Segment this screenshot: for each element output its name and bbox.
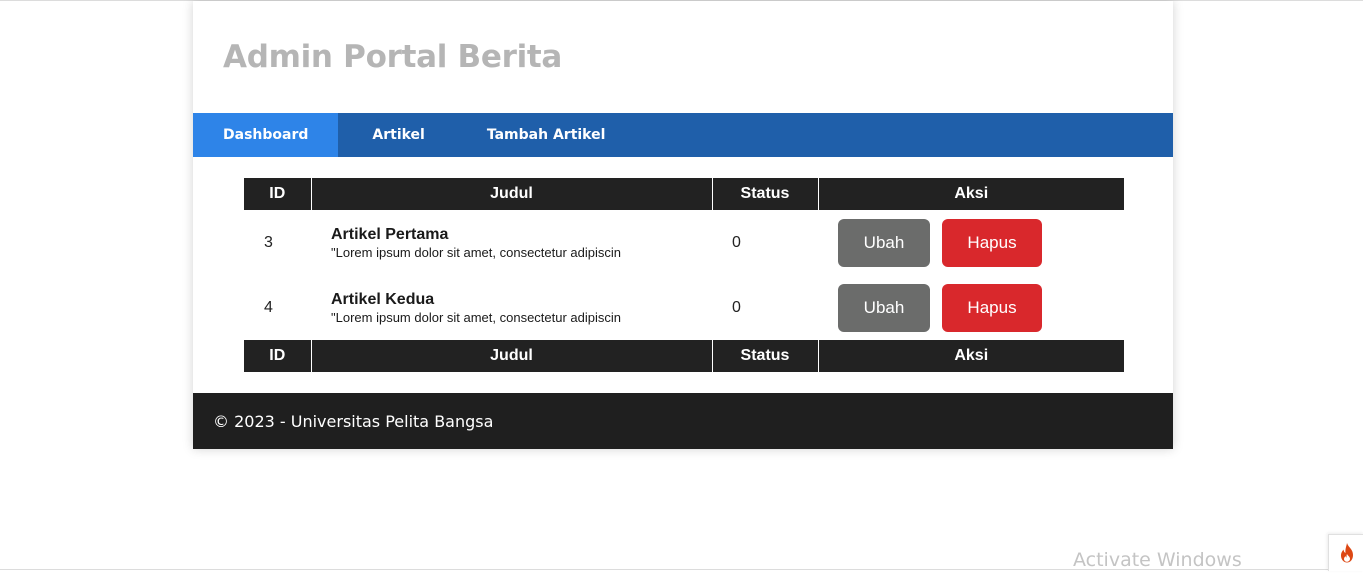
row-id: 3 bbox=[264, 233, 273, 251]
column-footer-status: Status bbox=[711, 340, 818, 372]
column-footer-id: ID bbox=[244, 340, 311, 372]
article-excerpt: "Lorem ipsum dolor sit amet, consectetur… bbox=[331, 309, 622, 325]
nav-item-artikel[interactable]: Artikel bbox=[338, 113, 456, 157]
site-title: Admin Portal Berita bbox=[223, 39, 563, 75]
nav-item-dashboard[interactable]: Dashboard bbox=[193, 113, 339, 157]
column-footer-aksi: Aksi bbox=[817, 340, 1124, 372]
table-row: 3 Artikel Pertama "Lorem ipsum dolor sit… bbox=[244, 210, 1124, 275]
flame-icon bbox=[1340, 543, 1353, 563]
table-row: 4 Artikel Kedua "Lorem ipsum dolor sit a… bbox=[244, 275, 1124, 340]
column-header-judul: Judul bbox=[310, 178, 712, 210]
nav-item-tambah-artikel[interactable]: Tambah Artikel bbox=[457, 113, 636, 157]
main-content: ID Judul Status Aksi 3 Artikel Pertama "… bbox=[193, 157, 1173, 393]
debug-toolbar-button[interactable] bbox=[1328, 534, 1363, 571]
page-container: Admin Portal Berita Dashboard Artikel Ta… bbox=[193, 1, 1173, 449]
column-header-id: ID bbox=[244, 178, 311, 210]
articles-table: ID Judul Status Aksi 3 Artikel Pertama "… bbox=[244, 178, 1124, 372]
article-title: Artikel Pertama bbox=[331, 225, 449, 243]
column-header-aksi: Aksi bbox=[817, 178, 1124, 210]
footer-copyright: © 2023 - Universitas Pelita Bangsa bbox=[213, 411, 494, 431]
site-footer: © 2023 - Universitas Pelita Bangsa bbox=[193, 393, 1173, 449]
row-actions: Ubah Hapus bbox=[818, 210, 1124, 275]
column-header-status: Status bbox=[711, 178, 818, 210]
row-status: 0 bbox=[732, 233, 741, 251]
table-header-row: ID Judul Status Aksi bbox=[244, 178, 1124, 210]
row-judul: Artikel Pertama "Lorem ipsum dolor sit a… bbox=[311, 210, 712, 275]
delete-button[interactable]: Hapus bbox=[942, 218, 1042, 267]
main-nav: Dashboard Artikel Tambah Artikel bbox=[193, 113, 1173, 157]
delete-button[interactable]: Hapus bbox=[942, 283, 1042, 332]
row-id: 4 bbox=[264, 298, 273, 316]
column-footer-judul: Judul bbox=[310, 340, 712, 372]
article-title: Artikel Kedua bbox=[331, 290, 435, 308]
article-excerpt: "Lorem ipsum dolor sit amet, consectetur… bbox=[331, 244, 622, 260]
bottom-divider bbox=[0, 569, 1363, 570]
edit-button[interactable]: Ubah bbox=[838, 218, 930, 267]
row-status: 0 bbox=[732, 298, 741, 316]
row-actions: Ubah Hapus bbox=[818, 275, 1124, 340]
table-footer-row: ID Judul Status Aksi bbox=[244, 340, 1124, 372]
activate-windows-watermark: Activate Windows bbox=[1073, 549, 1242, 571]
edit-button[interactable]: Ubah bbox=[838, 283, 930, 332]
site-header: Admin Portal Berita bbox=[193, 1, 1173, 113]
row-judul: Artikel Kedua "Lorem ipsum dolor sit ame… bbox=[311, 275, 712, 340]
